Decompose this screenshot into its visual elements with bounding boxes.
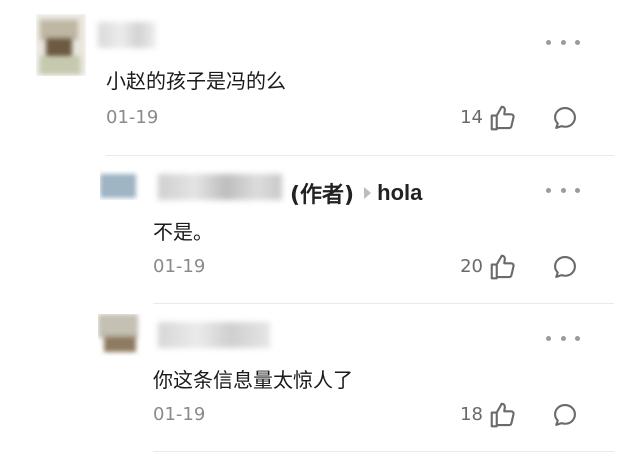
like-count: 18: [460, 404, 483, 425]
more-options-icon[interactable]: [546, 185, 580, 195]
reply-bubble-icon[interactable]: [551, 104, 579, 132]
comment-thread: 小赵的孩子是冯的么 01-19 14 (作者) hola 不是。 01-19 2…: [0, 0, 640, 472]
more-options-icon[interactable]: [546, 37, 580, 47]
caret-right-icon: [364, 187, 372, 199]
username-blurred[interactable]: [158, 174, 282, 200]
reply-bubble-icon[interactable]: [551, 253, 579, 281]
divider: [153, 451, 614, 452]
comment-text: 不是。: [153, 220, 213, 244]
comment-date: 01-19: [153, 256, 206, 277]
thumbs-up-icon[interactable]: [488, 252, 518, 282]
avatar[interactable]: [98, 314, 144, 356]
divider: [106, 155, 614, 156]
reply-bubble-icon[interactable]: [551, 401, 579, 429]
username-blurred[interactable]: [158, 322, 270, 348]
thumbs-up-icon[interactable]: [488, 400, 518, 430]
reply-to-name[interactable]: hola: [377, 180, 422, 206]
thumbs-up-icon[interactable]: [488, 103, 518, 133]
more-options-icon[interactable]: [546, 333, 580, 343]
avatar[interactable]: [36, 14, 86, 76]
author-line: (作者) hola: [290, 177, 422, 209]
username-blurred[interactable]: [98, 22, 156, 48]
comment-text: 你这条信息量太惊人了: [153, 368, 353, 392]
comment-date: 01-19: [153, 404, 206, 425]
like-count: 20: [460, 256, 483, 277]
like-count: 14: [460, 107, 483, 128]
author-tag: (作者): [290, 183, 355, 208]
avatar[interactable]: [100, 170, 144, 200]
comment-text: 小赵的孩子是冯的么: [106, 69, 286, 93]
divider: [153, 303, 614, 304]
comment-date: 01-19: [106, 107, 159, 128]
